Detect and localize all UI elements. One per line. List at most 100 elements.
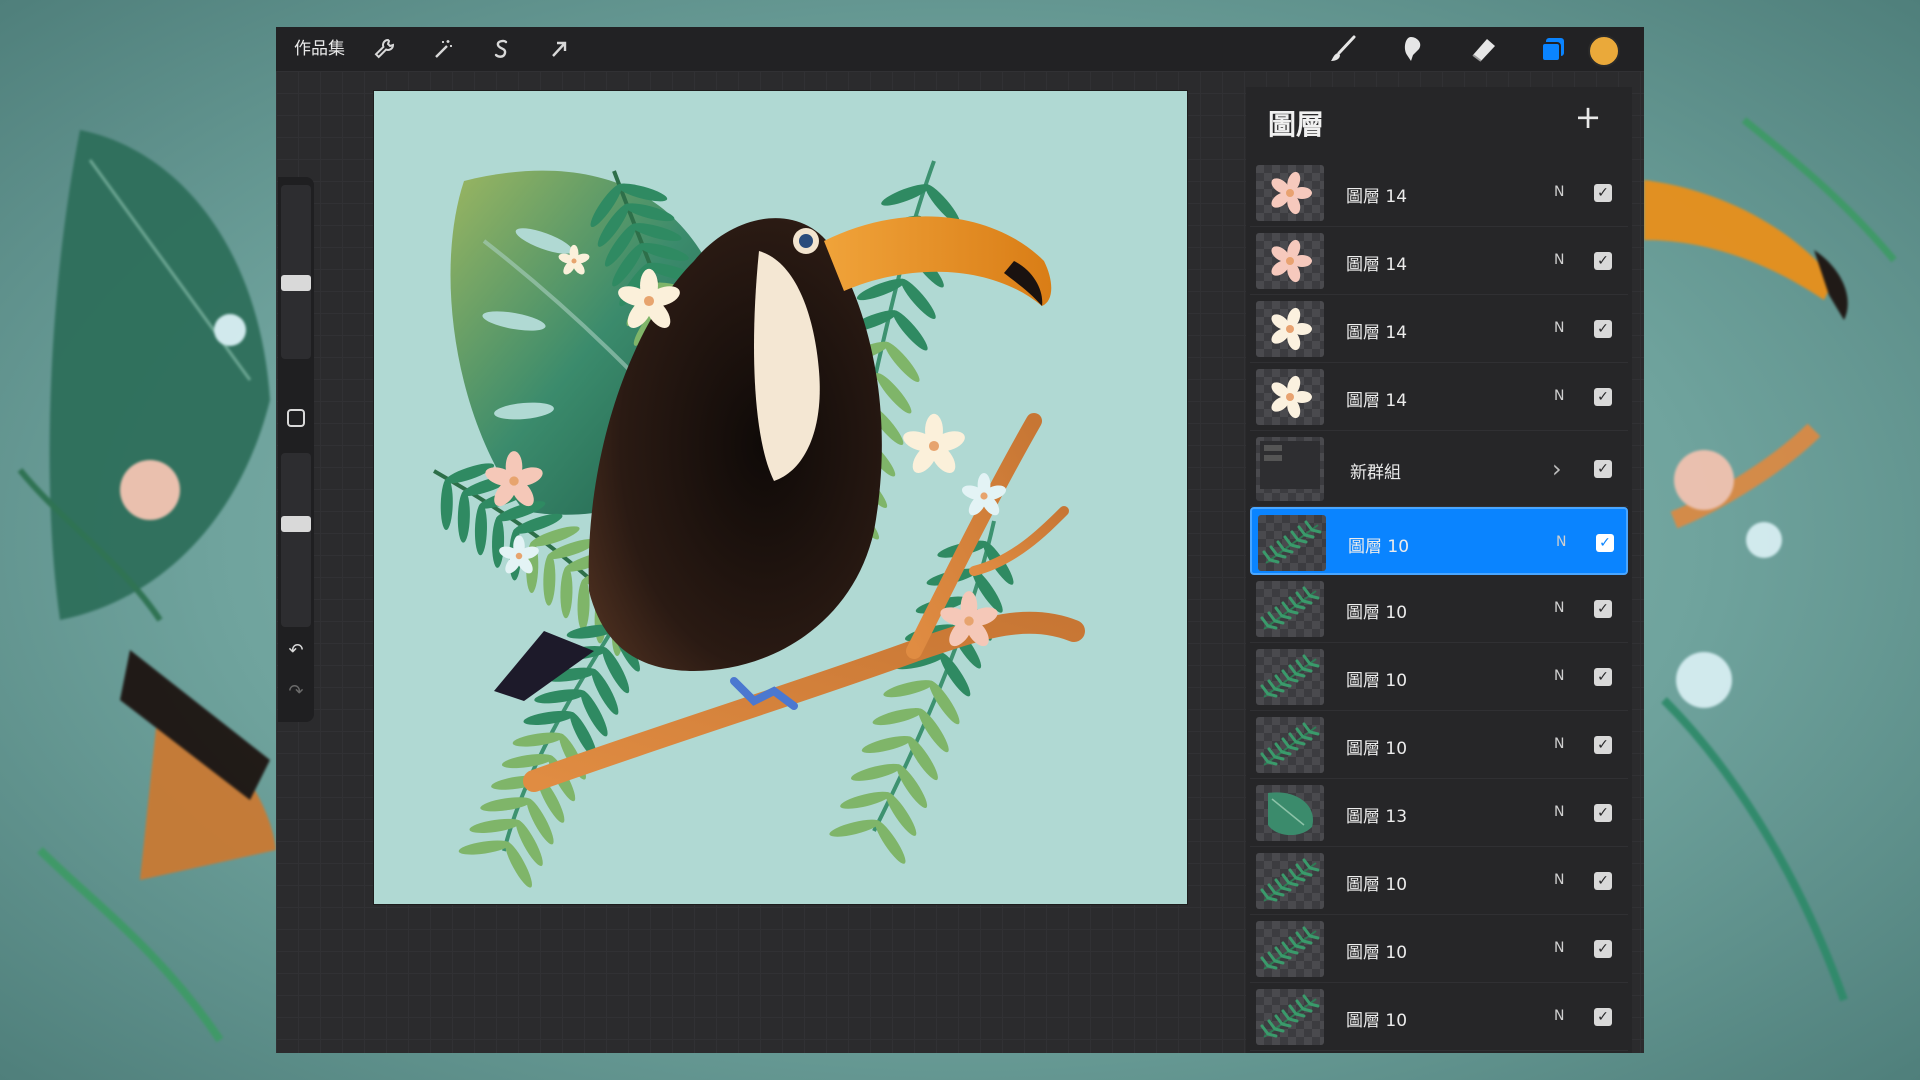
visibility-checkbox[interactable]: ✓ <box>1594 1008 1612 1026</box>
layers-panel: 圖層 + 圖層 14 N ✓ 圖層 14 N ✓ 圖層 14 N ✓ 圖層 14 N ✓ 新群組 › ✓ 圖層… <box>1246 87 1632 1053</box>
layer-row[interactable]: 圖層 10 N ✓ <box>1250 847 1628 915</box>
procreate-app: 作品集 ↶ ↷ 圖層 + 圖層 14 N ✓ 圖層 14 N ✓ 圖層 14 N… <box>276 27 1644 1053</box>
layer-name: 圖層 10 <box>1346 739 1408 759</box>
transform-arrow-icon[interactable] <box>547 37 571 61</box>
fern-blade <box>474 503 487 556</box>
add-layer-button[interactable]: + <box>1572 101 1604 133</box>
wrench-icon[interactable] <box>373 37 397 61</box>
blend-mode-button[interactable]: N <box>1554 668 1564 684</box>
layer-thumbnail[interactable] <box>1256 165 1324 221</box>
visibility-checkbox[interactable]: ✓ <box>1594 184 1612 202</box>
blend-mode-button[interactable]: N <box>1554 736 1564 752</box>
layer-name: 圖層 10 <box>1346 671 1408 691</box>
blend-mode-button[interactable]: N <box>1554 940 1564 956</box>
blend-mode-button[interactable]: N <box>1554 388 1564 404</box>
layer-name: 新群組 <box>1350 463 1401 483</box>
visibility-checkbox[interactable]: ✓ <box>1594 736 1612 754</box>
opacity-thumb[interactable] <box>281 516 311 533</box>
blend-mode-button[interactable]: N <box>1556 534 1566 550</box>
visibility-checkbox[interactable]: ✓ <box>1596 534 1614 552</box>
layer-row[interactable]: 圖層 14 N ✓ <box>1250 159 1628 227</box>
fern-blade <box>850 763 902 781</box>
layer-name: 圖層 10 <box>1346 1011 1408 1031</box>
drawing-canvas[interactable] <box>374 91 1187 904</box>
background-artwork-right <box>1644 0 1920 1080</box>
visibility-checkbox[interactable]: ✓ <box>1594 252 1612 270</box>
visibility-checkbox[interactable]: ✓ <box>1594 872 1612 890</box>
modify-square-button[interactable] <box>287 409 305 427</box>
top-toolbar: 作品集 <box>276 27 1644 71</box>
layer-row[interactable]: 圖層 10 N ✓ <box>1250 507 1628 575</box>
layer-name: 圖層 13 <box>1346 807 1408 827</box>
layer-thumbnail[interactable] <box>1256 853 1324 909</box>
fern-blade <box>512 732 565 747</box>
fern-blade <box>480 797 532 812</box>
visibility-checkbox[interactable]: ✓ <box>1594 460 1612 478</box>
layer-group-row[interactable]: 新群組 › ✓ <box>1250 431 1628 507</box>
blend-mode-button[interactable]: N <box>1554 184 1564 200</box>
layer-name: 圖層 14 <box>1346 187 1408 207</box>
layer-name: 圖層 14 <box>1346 255 1408 275</box>
layer-row[interactable]: 圖層 10 N ✓ <box>1250 575 1628 643</box>
layer-thumbnail[interactable] <box>1256 301 1324 357</box>
fern-blade <box>534 689 586 704</box>
flower <box>903 413 965 474</box>
layer-thumbnail[interactable] <box>1256 437 1324 501</box>
layer-thumbnail[interactable] <box>1256 989 1324 1045</box>
brush-size-slider[interactable] <box>281 185 311 359</box>
gallery-button[interactable]: 作品集 <box>294 35 345 63</box>
visibility-checkbox[interactable]: ✓ <box>1594 940 1612 958</box>
opacity-slider[interactable] <box>281 453 311 627</box>
fern-blade <box>560 566 573 619</box>
layer-thumbnail[interactable] <box>1256 921 1324 977</box>
fern-blade <box>440 478 453 531</box>
blend-mode-button[interactable]: N <box>1554 252 1564 268</box>
visibility-checkbox[interactable]: ✓ <box>1594 668 1612 686</box>
layer-row[interactable]: 圖層 10 N ✓ <box>1250 915 1628 983</box>
layer-thumbnail[interactable] <box>1256 785 1324 841</box>
layer-thumbnail[interactable] <box>1256 717 1324 773</box>
layer-thumbnail[interactable] <box>1256 369 1324 425</box>
chevron-right-icon[interactable]: › <box>1552 457 1562 481</box>
layer-name: 圖層 10 <box>1346 603 1408 623</box>
background-leaves-left <box>17 130 276 1043</box>
visibility-checkbox[interactable]: ✓ <box>1594 804 1612 822</box>
fern-blade <box>457 490 470 543</box>
blend-mode-button[interactable]: N <box>1554 804 1564 820</box>
blend-mode-button[interactable]: N <box>1554 320 1564 336</box>
fern-blade <box>523 710 575 725</box>
smudge-icon[interactable] <box>1397 33 1429 65</box>
blend-mode-button[interactable]: N <box>1554 1008 1564 1024</box>
layer-row[interactable]: 圖層 14 N ✓ <box>1250 363 1628 431</box>
layer-name: 圖層 14 <box>1346 323 1408 343</box>
undo-icon[interactable]: ↶ <box>284 639 308 663</box>
layer-row[interactable]: 圖層 13 N ✓ <box>1250 779 1628 847</box>
redo-icon[interactable]: ↷ <box>284 680 308 704</box>
layer-row[interactable]: 圖層 10 N ✓ <box>1250 711 1628 779</box>
layer-thumbnail[interactable] <box>1256 233 1324 289</box>
toucan-artwork <box>433 160 1085 888</box>
layer-row[interactable]: 圖層 10 N ✓ <box>1250 983 1628 1051</box>
fern-blade <box>883 680 934 698</box>
layer-row[interactable]: 圖層 10 N ✓ <box>1250 643 1628 711</box>
magic-wand-icon[interactable] <box>431 37 455 61</box>
selection-icon[interactable] <box>489 37 513 61</box>
layer-thumbnail[interactable] <box>1256 581 1324 637</box>
visibility-checkbox[interactable]: ✓ <box>1594 600 1612 618</box>
blend-mode-button[interactable]: N <box>1554 872 1564 888</box>
visibility-checkbox[interactable]: ✓ <box>1594 388 1612 406</box>
brush-size-thumb[interactable] <box>281 275 311 292</box>
fern-blade <box>861 735 913 754</box>
color-picker-button[interactable] <box>1588 35 1620 67</box>
layer-thumbnail[interactable] <box>1256 649 1324 705</box>
brush-icon[interactable] <box>1327 33 1359 65</box>
layer-row[interactable]: 圖層 14 N ✓ <box>1250 295 1628 363</box>
layer-row[interactable]: 圖層 14 N ✓ <box>1250 227 1628 295</box>
layer-thumbnail[interactable] <box>1258 515 1326 571</box>
visibility-checkbox[interactable]: ✓ <box>1594 320 1612 338</box>
layer-name: 圖層 14 <box>1346 391 1408 411</box>
fern-blade <box>492 515 505 568</box>
layers-icon[interactable] <box>1537 33 1569 65</box>
blend-mode-button[interactable]: N <box>1554 600 1564 616</box>
eraser-icon[interactable] <box>1467 33 1499 65</box>
